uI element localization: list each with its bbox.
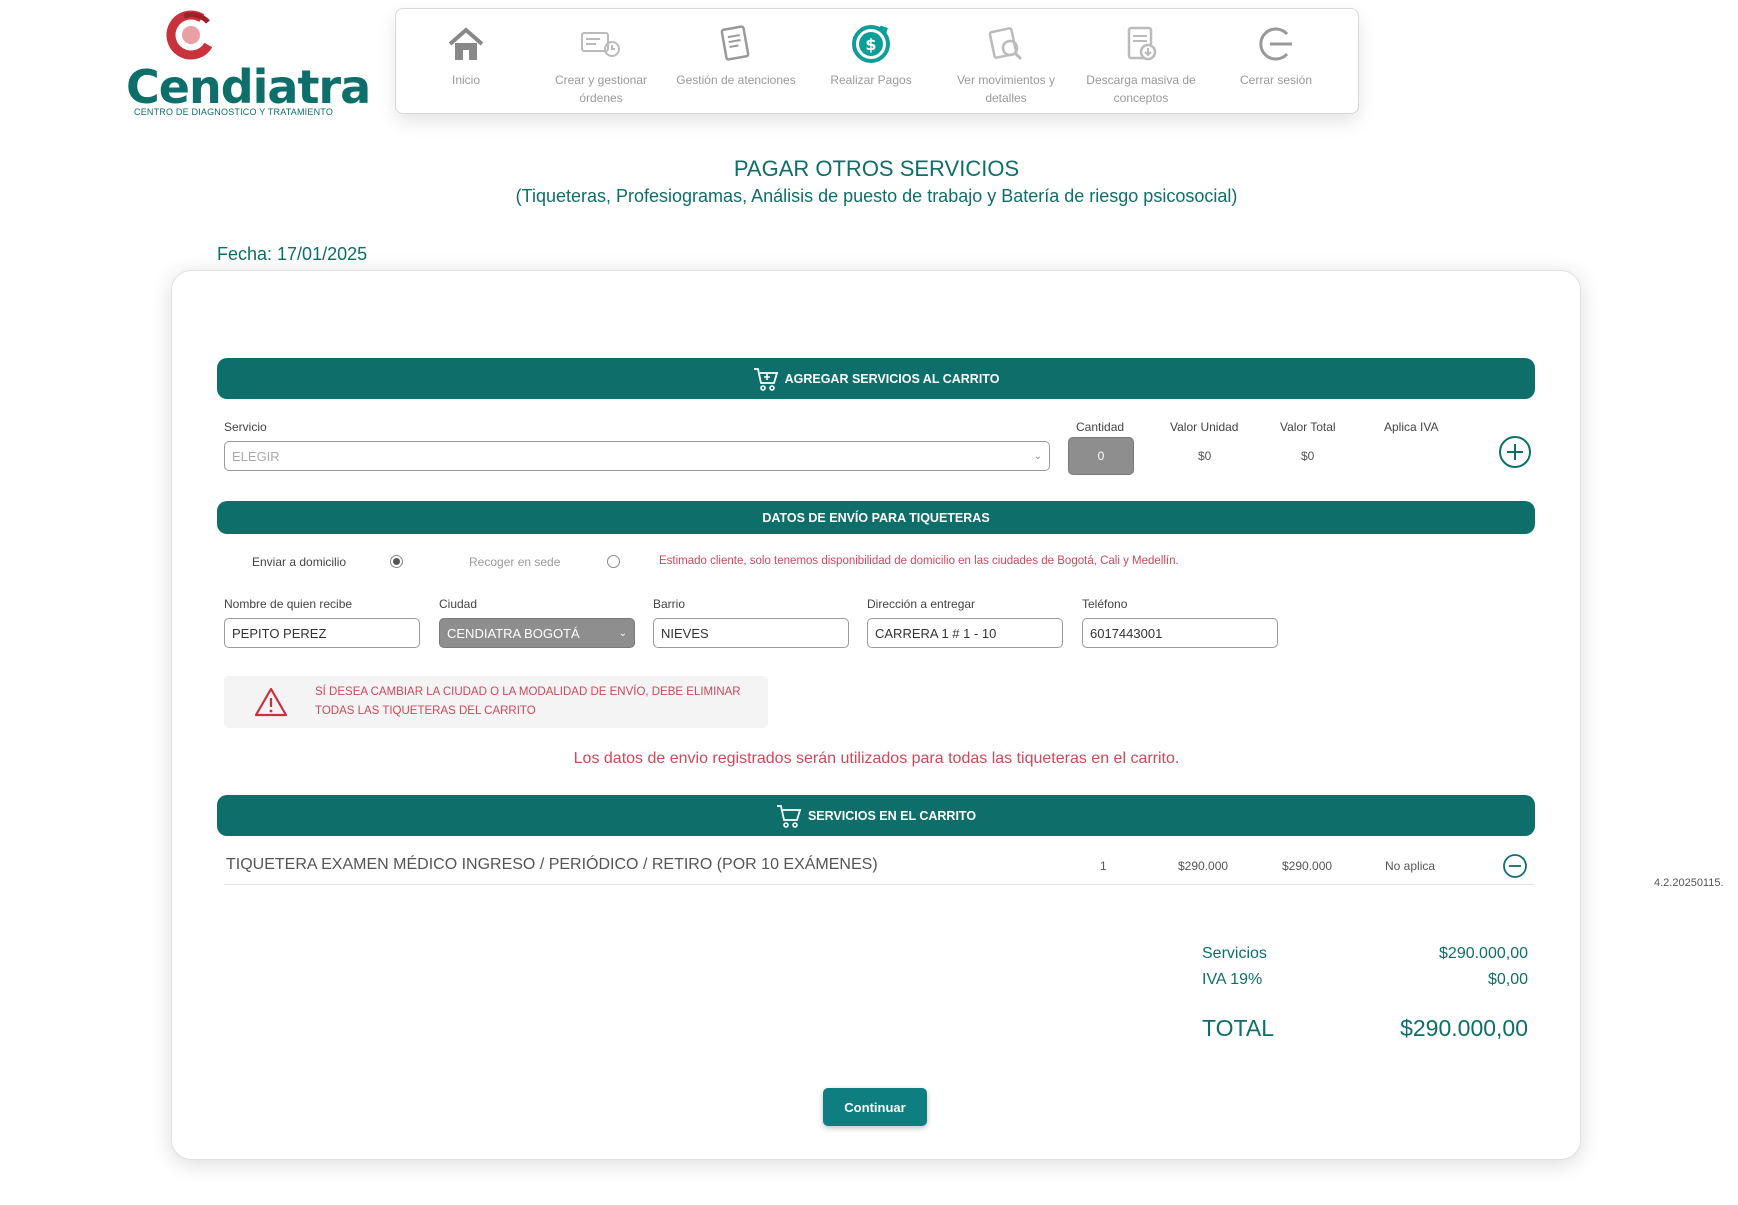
- add-services-header: AGREGAR SERVICIOS AL CARRITO: [217, 358, 1535, 399]
- home-icon: [448, 27, 484, 60]
- address-input[interactable]: CARRERA 1 # 1 - 10: [867, 618, 1063, 648]
- nav-label: Gestión de atenciones: [676, 73, 796, 87]
- option-home-label: Enviar a domicilio: [252, 555, 347, 569]
- nav-item-atenciones[interactable]: Gestión de atenciones: [671, 21, 801, 89]
- iva-total-label: IVA 19%: [1202, 971, 1263, 988]
- add-service-button[interactable]: [1498, 435, 1532, 474]
- phone-input[interactable]: 6017443001: [1082, 618, 1278, 648]
- page-subtitle: (Tiqueteras, Profesiogramas, Análisis de…: [515, 186, 1238, 206]
- iva-label: Aplica IVA: [1384, 420, 1439, 434]
- document-icon: [720, 25, 750, 61]
- nav-item-cerrar-sesion[interactable]: Cerrar sesión: [1211, 21, 1341, 89]
- option-home-radio[interactable]: [390, 555, 403, 568]
- chevron-down-icon: ⌄: [1033, 450, 1042, 462]
- cart-item-unit: $290.000: [1178, 859, 1229, 873]
- unit-value: $0: [1198, 449, 1212, 463]
- shipping-header-text: DATOS DE ENVÍO PARA TIQUETERAS: [762, 510, 990, 525]
- nav-label: Ver movimientos y detalles: [956, 73, 1056, 105]
- nav-label: Descarga masiva de conceptos: [1086, 73, 1196, 105]
- top-navigation: Inicio Crear y gestionar órdenes Gestión…: [395, 8, 1359, 114]
- service-select[interactable]: ELEGIR ⌄: [224, 441, 1050, 471]
- remove-item-button[interactable]: [1502, 853, 1528, 884]
- continue-button[interactable]: Continuar: [823, 1088, 927, 1126]
- shipping-info: Los datos de envio registrados serán uti…: [573, 750, 1180, 767]
- district-label: Barrio: [653, 597, 686, 611]
- cart-add-icon: [753, 366, 779, 392]
- city-select-value: CENDIATRA BOGOTÁ: [447, 625, 580, 641]
- nav-item-pagos[interactable]: $ Realizar Pagos: [806, 21, 936, 89]
- chevron-down-icon: ⌄: [618, 627, 627, 639]
- page-date: Fecha: 17/01/2025: [217, 244, 368, 264]
- nav-item-inicio[interactable]: Inicio: [401, 21, 531, 89]
- option-pickup-label: Recoger en sede: [469, 555, 561, 569]
- cart-item-quantity: 1: [1100, 859, 1107, 873]
- warning-line-1: SÍ DESEA CAMBIAR LA CIUDAD O LA MODALIDA…: [315, 686, 741, 698]
- nav-label: Crear y gestionar órdenes: [554, 73, 648, 105]
- address-label: Dirección a entregar: [867, 597, 976, 611]
- cart-header-text: SERVICIOS EN EL CARRITO: [807, 808, 977, 823]
- logout-icon: [1259, 27, 1292, 61]
- district-input[interactable]: NIEVES: [653, 618, 849, 648]
- total-value: $0: [1301, 449, 1315, 463]
- brand-name: Cendiatra: [126, 60, 371, 114]
- city-label: Ciudad: [439, 597, 478, 611]
- total-value-label: Valor Total: [1280, 420, 1336, 434]
- services-total-label: Servicios: [1202, 945, 1267, 962]
- download-icon: [1127, 26, 1157, 61]
- logo-mark-icon: [166, 10, 216, 60]
- warning-line-2: TODAS LAS TIQUETERAS DEL CARRITO: [315, 705, 536, 717]
- quantity-label: Cantidad: [1076, 420, 1125, 434]
- nav-item-movimientos[interactable]: Ver movimientos y detalles: [941, 21, 1071, 107]
- minus-circle-icon: [1503, 854, 1527, 878]
- unit-value-label: Valor Unidad: [1170, 420, 1239, 434]
- iva-total-value: $0,00: [1487, 971, 1528, 988]
- cart-icon: [776, 803, 802, 829]
- page-title: PAGAR OTROS SERVICIOS: [733, 156, 1020, 181]
- quantity-input[interactable]: 0: [1068, 437, 1134, 475]
- nav-item-descarga[interactable]: Descarga masiva de conceptos: [1076, 21, 1206, 107]
- movements-icon: [988, 27, 1023, 61]
- payment-icon: $: [852, 25, 890, 63]
- svg-text:$: $: [865, 35, 876, 54]
- shipping-notice: Estimado cliente, solo tenemos disponibi…: [659, 555, 1179, 567]
- plus-circle-icon: [1499, 436, 1531, 468]
- cart-header: SERVICIOS EN EL CARRITO: [217, 795, 1535, 836]
- nav-item-ordenes[interactable]: Crear y gestionar órdenes: [536, 21, 666, 107]
- brand-tagline: CENTRO DE DIAGNOSTICO Y TRATAMIENTO: [134, 107, 334, 117]
- warning-icon: [254, 687, 288, 717]
- recipient-label: Nombre de quien recibe: [224, 597, 353, 611]
- services-total-value: $290.000,00: [1439, 945, 1528, 962]
- version-label: 4.2.20250115.: [1654, 877, 1724, 889]
- service-select-value: ELEGIR: [232, 448, 280, 464]
- orders-icon: [581, 32, 620, 57]
- city-select[interactable]: CENDIATRA BOGOTÁ ⌄: [439, 618, 635, 648]
- option-pickup-radio[interactable]: [607, 555, 620, 568]
- cart-item-iva: No aplica: [1385, 859, 1436, 873]
- service-label: Servicio: [224, 420, 267, 434]
- phone-label: Teléfono: [1082, 597, 1128, 611]
- grand-total-value: $290.000,00: [1400, 1015, 1528, 1041]
- recipient-input[interactable]: PEPITO PEREZ: [224, 618, 420, 648]
- nav-label: Realizar Pagos: [830, 73, 912, 87]
- cart-item-name: TIQUETERA EXAMEN MÉDICO INGRESO / PERIÓD…: [226, 856, 878, 873]
- brand-logo: Cendiatra CENTRO DE DIAGNOSTICO Y TRATAM…: [126, 6, 371, 117]
- nav-label: Inicio: [451, 73, 480, 87]
- add-services-header-text: AGREGAR SERVICIOS AL CARRITO: [784, 371, 1000, 386]
- cart-item-total: $290.000: [1282, 859, 1333, 873]
- nav-label: Cerrar sesión: [1239, 73, 1313, 87]
- table-row: TIQUETERA EXAMEN MÉDICO INGRESO / PERIÓD…: [224, 853, 1534, 885]
- shipping-warning: SÍ DESEA CAMBIAR LA CIUDAD O LA MODALIDA…: [224, 676, 768, 728]
- shipping-header: DATOS DE ENVÍO PARA TIQUETERAS: [217, 501, 1535, 534]
- grand-total-label: TOTAL: [1202, 1015, 1274, 1041]
